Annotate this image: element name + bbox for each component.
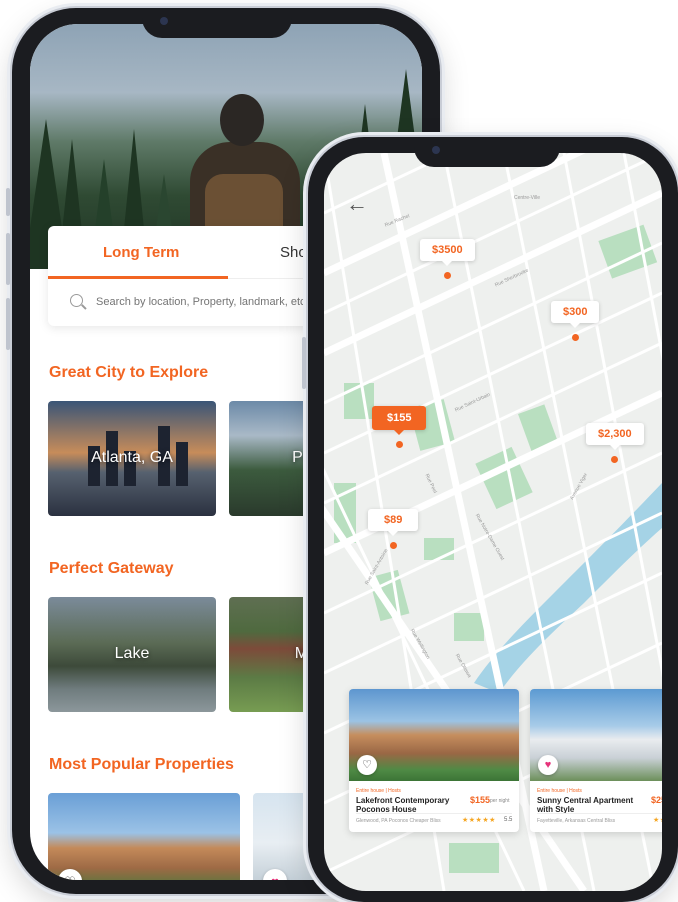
heart-outline-icon[interactable]: ♡	[58, 869, 82, 880]
pin-dot	[389, 542, 397, 549]
price-tag[interactable]: $155	[372, 406, 427, 435]
right-phone-frame: ← Centre-Ville Rue Rachel Rue Sherbrooke…	[302, 137, 678, 902]
back-arrow-icon[interactable]: ←	[346, 193, 368, 215]
app-showcase: Long Term Shor Great City to Explore Atl…	[0, 0, 678, 902]
heart-filled-icon[interactable]: ♥	[538, 755, 558, 775]
volume-button	[302, 337, 306, 389]
section-title-gateway: Perfect Gateway	[49, 560, 174, 577]
volume-down-button	[6, 298, 10, 350]
price-pin[interactable]: $3500	[420, 239, 475, 279]
property-photo-1[interactable]: ♡	[48, 793, 240, 880]
price-pin[interactable]: $300	[551, 301, 600, 341]
property-category: Entire house | Hosts	[537, 788, 582, 794]
pin-dot	[571, 334, 579, 341]
property-category: Entire house | Hosts	[356, 788, 401, 794]
price-tag[interactable]: $3500	[420, 239, 475, 266]
city-label: Atlanta, GA	[91, 449, 173, 466]
star-rating-icon: ★★	[653, 817, 662, 824]
front-camera	[432, 146, 440, 154]
pin-dot	[395, 441, 403, 448]
property-name: Sunny Central Apartment with Style	[537, 796, 634, 814]
volume-up-button	[6, 233, 10, 285]
park-area	[424, 538, 454, 560]
park-area	[344, 383, 374, 419]
city-tile-atlanta[interactable]: Atlanta, GA	[48, 401, 216, 516]
map-screen[interactable]: ← Centre-Ville Rue Rachel Rue Sherbrooke…	[324, 153, 662, 891]
price-pin[interactable]: $89	[368, 509, 419, 549]
property-card-1[interactable]: ♡ Entire house | Hosts Lakefront Contemp…	[349, 689, 519, 832]
price-pin[interactable]: $2,300	[586, 423, 644, 463]
property-name: Lakefront Contemporary Poconos House	[356, 796, 450, 814]
mute-switch	[6, 188, 10, 216]
price-unit: per night	[490, 798, 510, 804]
card-divider	[537, 813, 662, 814]
phone-notch	[414, 137, 560, 167]
tab-long-term[interactable]: Long Term	[103, 244, 179, 261]
search-icon	[70, 294, 83, 307]
property-price: $25	[651, 795, 662, 805]
tab-short-term[interactable]: Shor	[280, 244, 312, 261]
price-tag[interactable]: $2,300	[586, 423, 644, 450]
front-camera	[160, 17, 168, 25]
hiker-head	[220, 94, 264, 146]
gateway-label: Lake	[114, 645, 150, 662]
star-rating-icon: ★★★★★	[462, 817, 496, 824]
price-tag[interactable]: $89	[368, 509, 419, 536]
section-title-explore: Great City to Explore	[49, 364, 209, 381]
property-address: Fayetteville, Arkansas Central Bliss	[537, 818, 616, 824]
street-label: Centre-Ville	[514, 195, 541, 201]
rating-value: 5.5	[504, 817, 513, 823]
property-price: $155	[470, 795, 491, 805]
phone-notch	[142, 8, 292, 38]
card-divider	[356, 813, 512, 814]
heart-filled-icon[interactable]: ♥	[263, 869, 287, 880]
gateway-tile-lake[interactable]: Lake	[48, 597, 216, 712]
park-area	[449, 843, 499, 873]
property-address: Glenwood, PA Poconos Cheaper Bliss	[356, 818, 441, 824]
heart-outline-icon[interactable]: ♡	[357, 755, 377, 775]
price-tag[interactable]: $300	[551, 301, 600, 328]
park-area	[454, 613, 484, 641]
property-card-2[interactable]: ♥ Entire house | Hosts Sunny Central Apa…	[530, 689, 662, 832]
section-title-popular: Most Popular Properties	[49, 756, 234, 773]
pin-dot	[443, 272, 451, 279]
price-pin-selected[interactable]: $155	[372, 406, 427, 448]
